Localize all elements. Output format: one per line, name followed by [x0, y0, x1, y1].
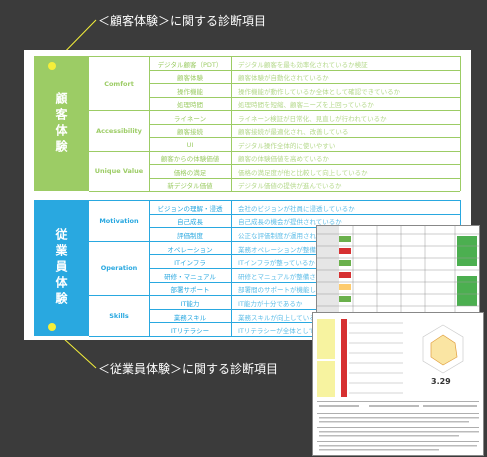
employee-marker [48, 323, 56, 331]
category-label: Skills [89, 296, 149, 337]
diagnostic-description: ライネーン検証が日常化、見直しが行われているか [238, 114, 387, 123]
category-label: Unique Value [89, 152, 149, 192]
diagnostic-description: デジタル顧客を最も効率化されているか検証 [238, 60, 368, 69]
diagnostic-item: IT能力 [180, 299, 200, 308]
customer-band: 顧客体験 [34, 56, 89, 191]
column-divider [231, 201, 232, 336]
diagnostic-item: デジタル顧客（PDT） [157, 60, 223, 69]
diagnostic-item: 処理時間 [177, 101, 203, 110]
category-label: Comfort [89, 57, 149, 111]
category-label: Motivation [89, 201, 149, 242]
diagnostic-item: 操作機能 [177, 87, 203, 96]
column-divider [149, 201, 150, 336]
diagnostic-item: 業務スキル [173, 313, 207, 322]
diagnostic-item: 新デジタル価値 [167, 182, 213, 191]
diagnostic-item: 顧客体験 [177, 74, 203, 83]
diagnostic-item: 部署サポート [170, 286, 210, 295]
report-score: 3.29 [431, 377, 451, 386]
diagnostic-item: 自己成長 [177, 218, 203, 227]
report-sheet-back-grid [317, 226, 479, 318]
employee-band-label: 従業員体験 [54, 228, 68, 308]
diagnostic-description: 会社のビジョンが社員に浸透しているか [238, 204, 355, 213]
diagnostic-description: 価格の満足度が他と比較して向上しているか [238, 168, 368, 177]
report-sheet-front-content [313, 313, 483, 455]
diagnostic-description: 顧客接続が最適化され、改善している [238, 128, 349, 137]
category-label: Operation [89, 242, 149, 297]
diagnostic-item: オペレーション [167, 245, 213, 254]
diagnostic-description: 顧客体験が自動化されているか [238, 74, 329, 83]
customer-table: デジタル顧客（PDT） デジタル顧客を最も効率化されているか検証顧客体験 顧客体験が… [89, 56, 461, 192]
diagnostic-item: ITインフラ [174, 259, 206, 268]
diagnostic-item: ライネーン [173, 114, 207, 123]
customer-marker [48, 62, 56, 70]
diagnostic-description: デジタル操作全体的に使いやすい [238, 141, 336, 150]
diagnostic-item: 評価制度 [177, 231, 203, 240]
diagnostic-description: 処理時間を短縮、顧客ニーズを上回っているか [238, 101, 374, 110]
diagnostic-description: 操作機能が動作しているか全体として確認できているか [238, 87, 401, 96]
diagnostic-item: 顧客からの体験価値 [160, 155, 220, 164]
customer-band-label: 顧客体験 [54, 91, 68, 156]
employee-band: 従業員体験 [34, 200, 89, 336]
diagnostic-item: ビジョンの理解・浸透 [157, 204, 223, 213]
diagnostic-description: デジタル価値の提供が進んでいるか [238, 182, 342, 191]
report-sheet-front: 3.29 [312, 312, 484, 456]
diagnostic-item: UI [186, 140, 194, 149]
diagnostic-item: ITリテラシー [170, 327, 210, 336]
diagnostic-item: 顧客接続 [177, 128, 203, 137]
column-divider [149, 57, 150, 191]
report-sheet-back [316, 225, 480, 319]
column-divider [231, 57, 232, 191]
diagnostic-item: 価格の満足 [173, 168, 207, 177]
diagnostic-description: 顧客の体験価値を高めているか [238, 155, 329, 164]
row-divider [149, 191, 460, 192]
category-label: Accessibility [89, 111, 149, 152]
diagnostic-item: 研修・マニュアル [164, 272, 216, 281]
